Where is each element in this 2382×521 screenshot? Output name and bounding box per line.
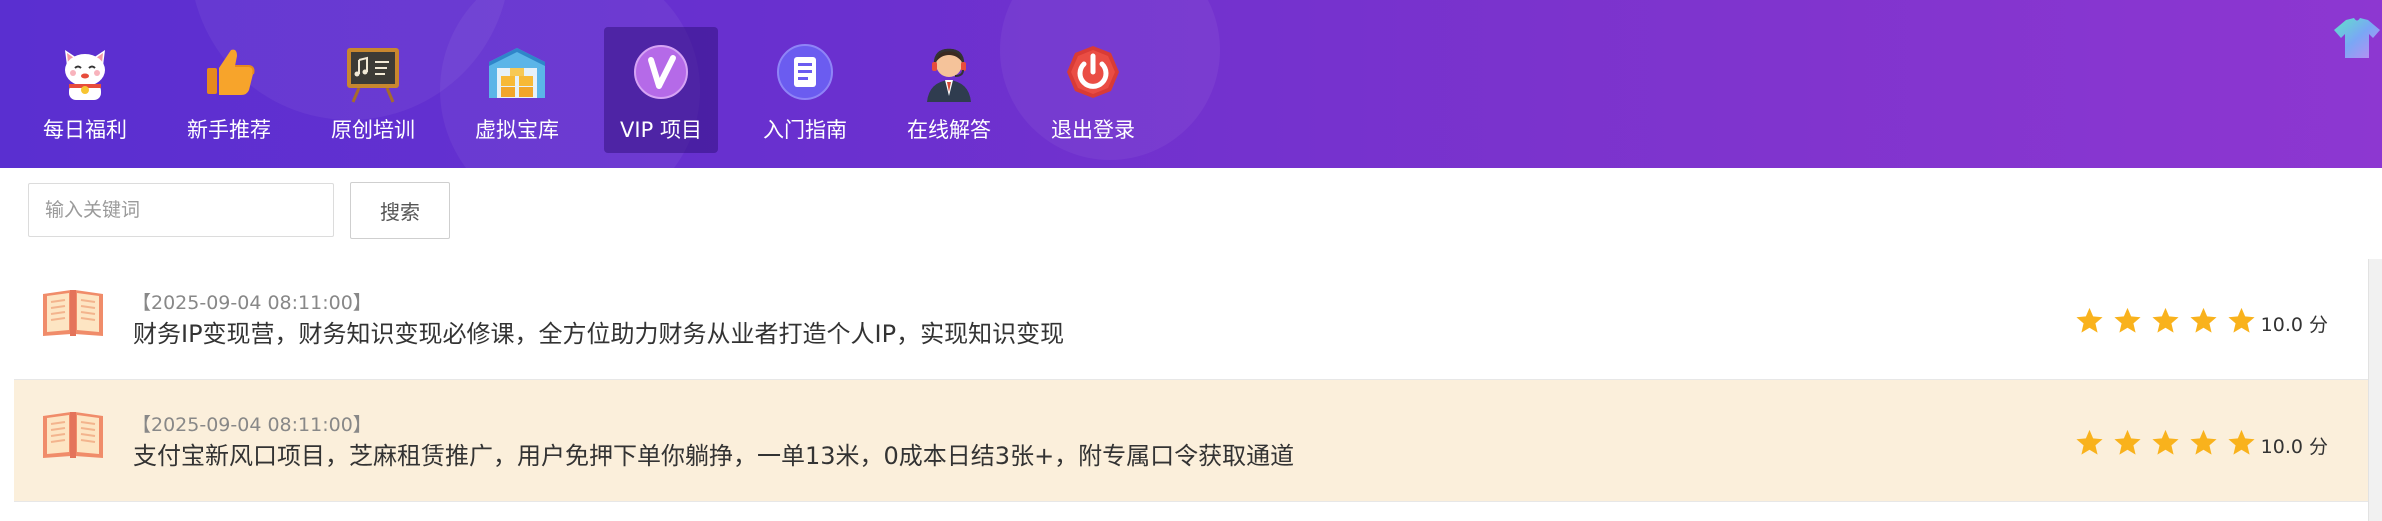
nav-item-logout[interactable]: 退出登录: [1036, 27, 1150, 153]
star-icon: [2114, 307, 2141, 333]
rating-stars: [2066, 306, 2256, 335]
document-icon: [777, 44, 833, 100]
star-icon: [2076, 307, 2103, 333]
open-book-icon: [43, 290, 103, 336]
warehouse-icon: [489, 48, 545, 98]
nav-item-daily-welfare[interactable]: 每日福利: [28, 27, 142, 153]
rating-stars: [2066, 428, 2256, 457]
item-title-link[interactable]: 支付宝新风口项目，芝麻租赁推广，用户免押下单你躺挣，一单13米，0成本日结3张+…: [133, 436, 1294, 471]
item-score: 10.0 分: [2260, 436, 2328, 458]
star-icon: [2190, 429, 2217, 455]
content-panel: 搜索 【2025-09-04 08:11:00】 财务IP变现营，财务知识变现必…: [14, 168, 2368, 521]
star-icon: [2190, 307, 2217, 333]
star-icon: [2076, 429, 2103, 455]
nav-item-label: 入门指南: [763, 118, 847, 142]
open-book-icon: [43, 412, 103, 458]
nav-item-label: 虚拟宝库: [475, 118, 559, 142]
nav-item-online-answers[interactable]: 在线解答: [892, 27, 1006, 153]
power-icon: [1067, 46, 1119, 98]
nav-item-label: 退出登录: [1051, 118, 1135, 142]
search-input[interactable]: [28, 183, 334, 237]
support-agent-icon: [927, 48, 971, 102]
item-score: 10.0 分: [2260, 314, 2328, 336]
star-icon: [2152, 429, 2179, 455]
nav-item-label: 每日福利: [43, 118, 127, 142]
tshirt-icon[interactable]: [2332, 16, 2382, 60]
star-icon: [2152, 307, 2179, 333]
list-item[interactable]: 【2025-09-04 08:11:00】 财务IP变现营，财务知识变现必修课，…: [14, 258, 2368, 380]
chalkboard-icon: [347, 48, 399, 103]
nav-item-label: 新手推荐: [187, 118, 271, 142]
lucky-cat-icon: [65, 50, 105, 100]
top-navigation-bar: 每日福利 新手推荐 原创培训 虚拟宝库 VIP 项目 入门指南 在线解答 退出登…: [0, 0, 2382, 168]
thumbs-up-icon: [207, 49, 255, 95]
star-icon: [2228, 307, 2255, 333]
main-nav: 每日福利 新手推荐 原创培训 虚拟宝库 VIP 项目 入门指南 在线解答 退出登…: [28, 27, 1180, 153]
nav-item-original-training[interactable]: 原创培训: [316, 27, 430, 153]
project-list: 【2025-09-04 08:11:00】 财务IP变现营，财务知识变现必修课，…: [14, 258, 2368, 502]
nav-item-label: VIP 项目: [620, 118, 702, 142]
nav-item-label: 原创培训: [331, 118, 415, 142]
vip-icon: [634, 45, 688, 99]
nav-item-virtual-treasury[interactable]: 虚拟宝库: [460, 27, 574, 153]
nav-item-label: 在线解答: [907, 118, 991, 142]
nav-item-beginner-recommend[interactable]: 新手推荐: [172, 27, 286, 153]
item-title-link[interactable]: 财务IP变现营，财务知识变现必修课，全方位助力财务从业者打造个人IP，实现知识变…: [133, 314, 1064, 349]
nav-item-vip-projects[interactable]: VIP 项目: [604, 27, 718, 153]
list-item[interactable]: 【2025-09-04 08:11:00】 支付宝新风口项目，芝麻租赁推广，用户…: [14, 380, 2368, 502]
item-date: 【2025-09-04 08:11:00】: [132, 292, 372, 314]
search-button[interactable]: 搜索: [350, 182, 450, 239]
scrollbar[interactable]: [2368, 259, 2382, 521]
star-icon: [2228, 429, 2255, 455]
star-icon: [2114, 429, 2141, 455]
nav-item-getting-started[interactable]: 入门指南: [748, 27, 862, 153]
item-date: 【2025-09-04 08:11:00】: [132, 414, 372, 436]
